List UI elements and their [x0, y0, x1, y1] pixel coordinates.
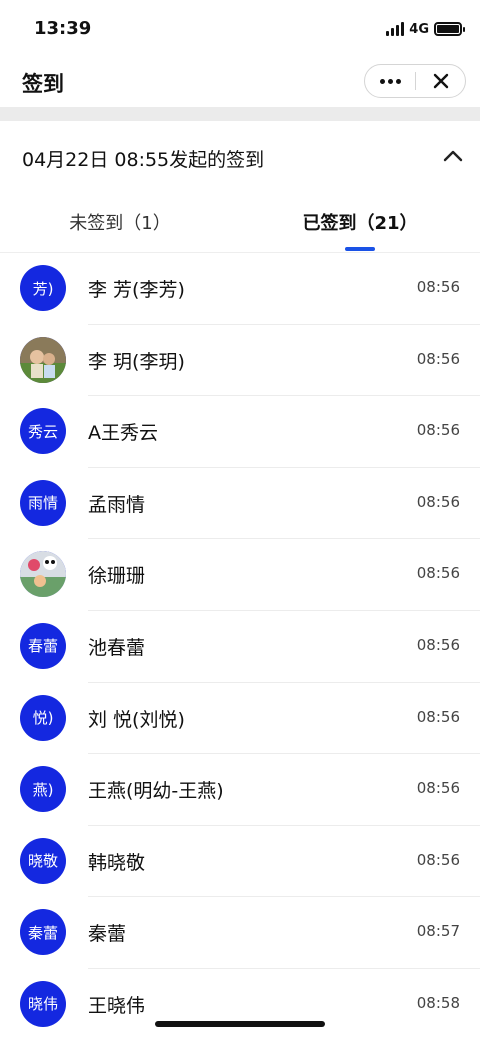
avatar	[20, 551, 66, 598]
network-type: 4G	[409, 21, 429, 37]
member-name: 韩晓敬	[88, 851, 146, 874]
checkin-time: 08:56	[416, 707, 460, 726]
avatar: 晓伟	[20, 980, 66, 1027]
list-item[interactable]: 秀云 A王秀云 08:56	[0, 396, 480, 468]
avatar: 秀云	[20, 408, 66, 455]
avatar	[20, 336, 66, 383]
list-item[interactable]: 李 玥(李玥) 08:56	[0, 325, 480, 397]
avatar: 雨情	[20, 479, 66, 526]
checkin-time: 08:56	[416, 635, 460, 654]
nav-bar: 签到	[0, 58, 480, 108]
member-name: 秦蕾	[88, 923, 127, 946]
avatar: 芳)	[20, 265, 66, 311]
battery-icon	[434, 22, 465, 36]
list-item[interactable]: 春蕾 池春蕾 08:56	[0, 611, 480, 683]
page-title: 签到	[22, 72, 64, 96]
avatar: 秦蕾	[20, 909, 66, 956]
close-icon[interactable]	[416, 65, 465, 97]
status-indicators: 4G	[386, 20, 465, 38]
list-item[interactable]: 雨情 孟雨情 08:56	[0, 468, 480, 540]
avatar: 春蕾	[20, 622, 66, 669]
member-name: 王晓伟	[88, 994, 146, 1017]
member-name: 刘 悦(刘悦)	[88, 708, 185, 731]
status-bar: 13:39 4G	[0, 0, 480, 58]
list-item[interactable]: 徐珊珊 08:56	[0, 539, 480, 611]
checkin-time: 08:56	[416, 492, 460, 511]
avatar: 悦)	[20, 694, 66, 741]
list-item[interactable]: 秦蕾 秦蕾 08:57	[0, 897, 480, 969]
member-name: 王燕(明幼-王燕)	[88, 780, 224, 803]
tab-bar: 未签到（1） 已签到（21）	[0, 191, 480, 253]
member-name: 池春蕾	[88, 636, 146, 659]
list-item[interactable]: 燕) 王燕(明幼-王燕) 08:56	[0, 754, 480, 826]
checkin-time: 08:56	[416, 349, 460, 368]
checkin-time: 08:56	[416, 779, 460, 798]
checkin-time: 08:56	[416, 564, 460, 583]
avatar: 燕)	[20, 766, 66, 813]
checkin-title: 04月22日 08:55发起的签到	[22, 149, 265, 171]
status-time: 13:39	[34, 18, 92, 39]
tab-signed[interactable]: 已签到（21）	[240, 191, 480, 253]
checkin-header[interactable]: 04月22日 08:55发起的签到	[0, 121, 480, 191]
home-indicator	[155, 1021, 325, 1027]
list-item[interactable]: 悦) 刘 悦(刘悦) 08:56	[0, 683, 480, 755]
list-item[interactable]: 晓伟 王晓伟 08:58	[0, 969, 480, 1038]
chevron-up-icon[interactable]	[440, 143, 466, 169]
checkin-time: 08:57	[416, 922, 460, 941]
checkin-time: 08:56	[416, 421, 460, 440]
member-name: 孟雨情	[88, 493, 146, 516]
member-name: 李 芳(李芳)	[88, 279, 185, 301]
signed-list: 芳) 李 芳(李芳) 08:56 李 玥(李玥) 08:56 秀云 A王秀云 0…	[0, 253, 480, 1038]
member-name: A王秀云	[88, 422, 158, 445]
member-name: 徐珊珊	[88, 565, 146, 588]
tab-active-indicator	[345, 247, 375, 251]
member-name: 李 玥(李玥)	[88, 350, 185, 373]
list-item[interactable]: 芳) 李 芳(李芳) 08:56	[0, 253, 480, 325]
section-separator	[0, 107, 480, 121]
more-icon[interactable]	[365, 65, 415, 97]
list-item[interactable]: 晓敬 韩晓敬 08:56	[0, 826, 480, 898]
tab-unsigned[interactable]: 未签到（1）	[0, 191, 240, 253]
avatar: 晓敬	[20, 837, 66, 884]
mini-program-capsule	[364, 64, 466, 98]
signal-icon	[386, 22, 405, 36]
checkin-time: 08:56	[416, 850, 460, 869]
checkin-time: 08:56	[416, 278, 460, 296]
checkin-time: 08:58	[416, 993, 460, 1012]
